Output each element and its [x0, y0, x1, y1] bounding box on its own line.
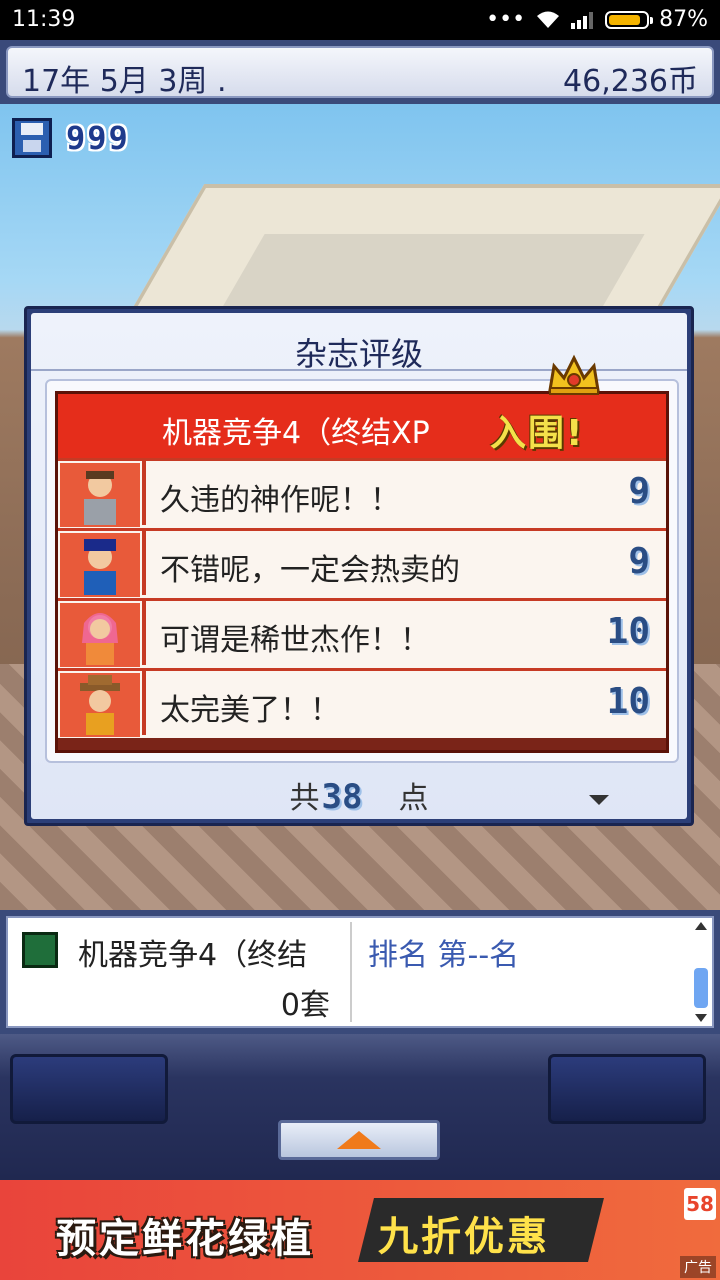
row-divider [142, 601, 146, 665]
review-comment: 太完美了！！ [160, 693, 340, 728]
money-balance: 46,236币 [563, 64, 698, 99]
review-comment: 可谓是稀世杰作！！ [160, 623, 430, 658]
reviewer-police-icon [60, 533, 140, 597]
review-row: 太完美了！！ 10 [58, 668, 666, 738]
info-divider [350, 922, 352, 1022]
cell-signal-icon [571, 11, 594, 29]
ad-logo: 58 [684, 1188, 716, 1220]
reviewer-cowboy-icon [60, 673, 140, 737]
ad-banner[interactable]: 预定鲜花绿植 九折优惠 58 广告 [0, 1180, 720, 1280]
wifi-icon [537, 11, 560, 28]
row-divider [142, 461, 146, 525]
save-count: 999 [66, 119, 130, 157]
scroll-up-icon[interactable] [695, 922, 707, 930]
review-row: 不错呢，一定会热卖的 9 [58, 528, 666, 598]
magazine-review-dialog[interactable]: 杂志评级 机器竞争4（终结XP 入围! 久违的神作呢！！ 9 不错呢，一定会热卖… [24, 306, 694, 826]
info-panel-body[interactable]: 机器竞争4（终结 0套 排名 第--名 [6, 916, 714, 1028]
game-date: 17年 5月 3周 . [22, 64, 227, 99]
ad-discount: 九折优惠 [378, 1214, 550, 1260]
scroll-down-icon[interactable] [695, 1014, 707, 1022]
expand-menu-button[interactable] [278, 1120, 440, 1160]
left-menu-button[interactable] [10, 1054, 168, 1124]
review-comment: 不错呢，一定会热卖的 [160, 553, 460, 588]
total-suffix: 点 [398, 781, 429, 816]
save-counter[interactable]: 999 [12, 118, 130, 158]
review-list: 机器竞争4（终结XP 入围! 久违的神作呢！！ 9 不错呢，一定会热卖的 9 可… [55, 354, 669, 753]
more-dots-icon: ••• [486, 7, 526, 32]
review-panel: 机器竞争4（终结XP 入围! 久违的神作呢！！ 9 不错呢，一定会热卖的 9 可… [45, 354, 679, 763]
game-cartridge-icon [22, 932, 58, 968]
continue-arrow-icon[interactable] [589, 795, 609, 805]
right-menu-button[interactable] [548, 1054, 706, 1124]
info-scrollbar[interactable] [692, 922, 710, 1022]
reviewer-businessman-icon [60, 463, 140, 527]
nominated-badge: 入围! [490, 413, 585, 454]
game-info-panel: 机器竞争4（终结 0套 排名 第--名 [0, 910, 720, 1034]
ad-label: 广告 [680, 1256, 716, 1278]
review-score: 10 [606, 611, 650, 652]
total-prefix: 共 [289, 781, 320, 816]
row-divider [142, 531, 146, 595]
review-comment: 久违的神作呢！！ [160, 483, 400, 518]
status-time: 11:39 [12, 7, 76, 32]
scroll-thumb[interactable] [694, 968, 708, 1008]
battery-icon [605, 10, 654, 29]
row-divider [142, 671, 146, 735]
game-header: 17年 5月 3周 . 46,236币 [0, 40, 720, 104]
review-row: 可谓是稀世杰作！！ 10 [58, 598, 666, 668]
control-bar [0, 1034, 720, 1180]
header-panel[interactable]: 17年 5月 3周 . 46,236币 [6, 46, 714, 99]
status-right: ••• 87% [486, 7, 708, 32]
arrow-up-icon [337, 1131, 381, 1149]
status-bar: 11:39 ••• 87% [0, 0, 720, 40]
floppy-disk-icon [12, 118, 52, 158]
copies-sold: 0套 [280, 988, 330, 1023]
review-score: 10 [606, 681, 650, 722]
review-list-header: 机器竞争4（终结XP 入围! [58, 354, 666, 458]
reviewer-girl-icon [60, 603, 140, 667]
reviewed-game-name: 机器竞争4（终结XP [162, 416, 430, 451]
battery-percent: 87% [659, 7, 708, 32]
ad-headline: 预定鲜花绿植 [56, 1216, 314, 1262]
info-game-title: 机器竞争4（终结 [78, 938, 308, 973]
review-score: 9 [628, 471, 650, 512]
review-score: 9 [628, 541, 650, 582]
review-row: 久违的神作呢！！ 9 [58, 458, 666, 528]
total-points-value: 38 [321, 777, 363, 817]
crown-icon [548, 354, 600, 395]
dialog-body: 杂志评级 机器竞争4（终结XP 入围! 久违的神作呢！！ 9 不错呢，一定会热卖… [31, 313, 687, 819]
sales-rank: 排名 第--名 [368, 938, 520, 973]
